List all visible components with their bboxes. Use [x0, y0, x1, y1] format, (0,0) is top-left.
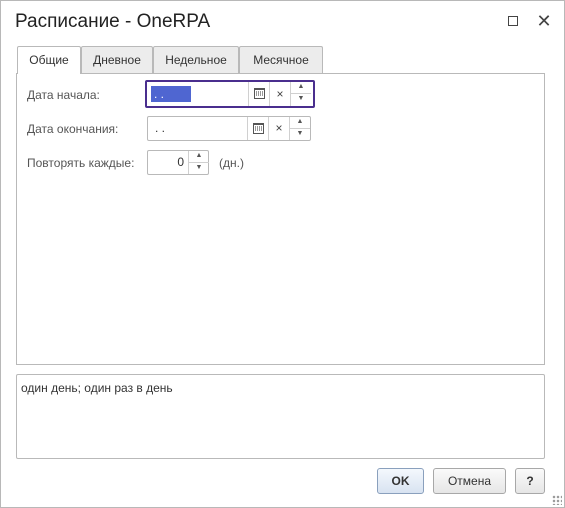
start-date-spinner[interactable]: ▲ ▼ — [290, 82, 311, 106]
end-date-calendar-button[interactable] — [247, 117, 268, 140]
schedule-dialog: Расписание - OneRPA ✕ Общие Дневное Неде… — [0, 0, 565, 508]
start-date-clear-button[interactable]: × — [269, 82, 290, 106]
repeat-unit-label: (дн.) — [219, 156, 244, 170]
maximize-button[interactable] — [502, 10, 524, 32]
end-date-value[interactable]: . . — [152, 120, 168, 136]
calendar-icon — [253, 123, 264, 134]
repeat-days-field[interactable]: 0 ▲ ▼ — [147, 150, 209, 175]
maximize-icon — [508, 15, 518, 26]
help-button[interactable]: ? — [515, 468, 545, 494]
window-title: Расписание - OneRPA — [15, 11, 211, 32]
tab-monthly[interactable]: Месячное — [239, 46, 323, 73]
schedule-summary-text: один день; один раз в день — [21, 381, 173, 395]
spin-down-icon[interactable]: ▼ — [291, 93, 311, 106]
end-date-field[interactable]: . . × ▲ ▼ — [147, 116, 311, 141]
close-icon: ✕ — [536, 11, 552, 31]
repeat-days-value[interactable]: 0 — [177, 154, 184, 170]
repeat-every-label: Повторять каждые: — [27, 156, 135, 170]
start-date-calendar-button[interactable] — [248, 82, 269, 106]
end-date-label: Дата окончания: — [27, 122, 119, 136]
cancel-button[interactable]: Отмена — [433, 468, 506, 494]
resize-grip-icon[interactable] — [552, 495, 562, 505]
repeat-days-spinner[interactable]: ▲ ▼ — [188, 151, 209, 174]
spin-down-icon[interactable]: ▼ — [189, 161, 209, 175]
end-date-spinner[interactable]: ▲ ▼ — [289, 117, 310, 140]
tab-daily[interactable]: Дневное — [81, 46, 153, 73]
tab-weekly[interactable]: Недельное — [153, 46, 239, 73]
schedule-summary-box: один день; один раз в день — [16, 374, 545, 459]
ok-button[interactable]: OK — [377, 468, 424, 494]
start-date-field[interactable]: . . × ▲ ▼ — [145, 80, 315, 108]
tab-general[interactable]: Общие — [17, 46, 81, 74]
spin-down-icon[interactable]: ▼ — [290, 127, 310, 141]
start-date-label: Дата начала: — [27, 88, 100, 102]
general-tab-panel: Дата начала: . . × ▲ ▼ Дата окончания: .… — [16, 73, 545, 365]
end-date-clear-button[interactable]: × — [268, 117, 289, 140]
calendar-icon — [254, 88, 265, 99]
start-date-value[interactable]: . . — [151, 86, 191, 102]
close-button[interactable]: ✕ — [533, 10, 555, 32]
